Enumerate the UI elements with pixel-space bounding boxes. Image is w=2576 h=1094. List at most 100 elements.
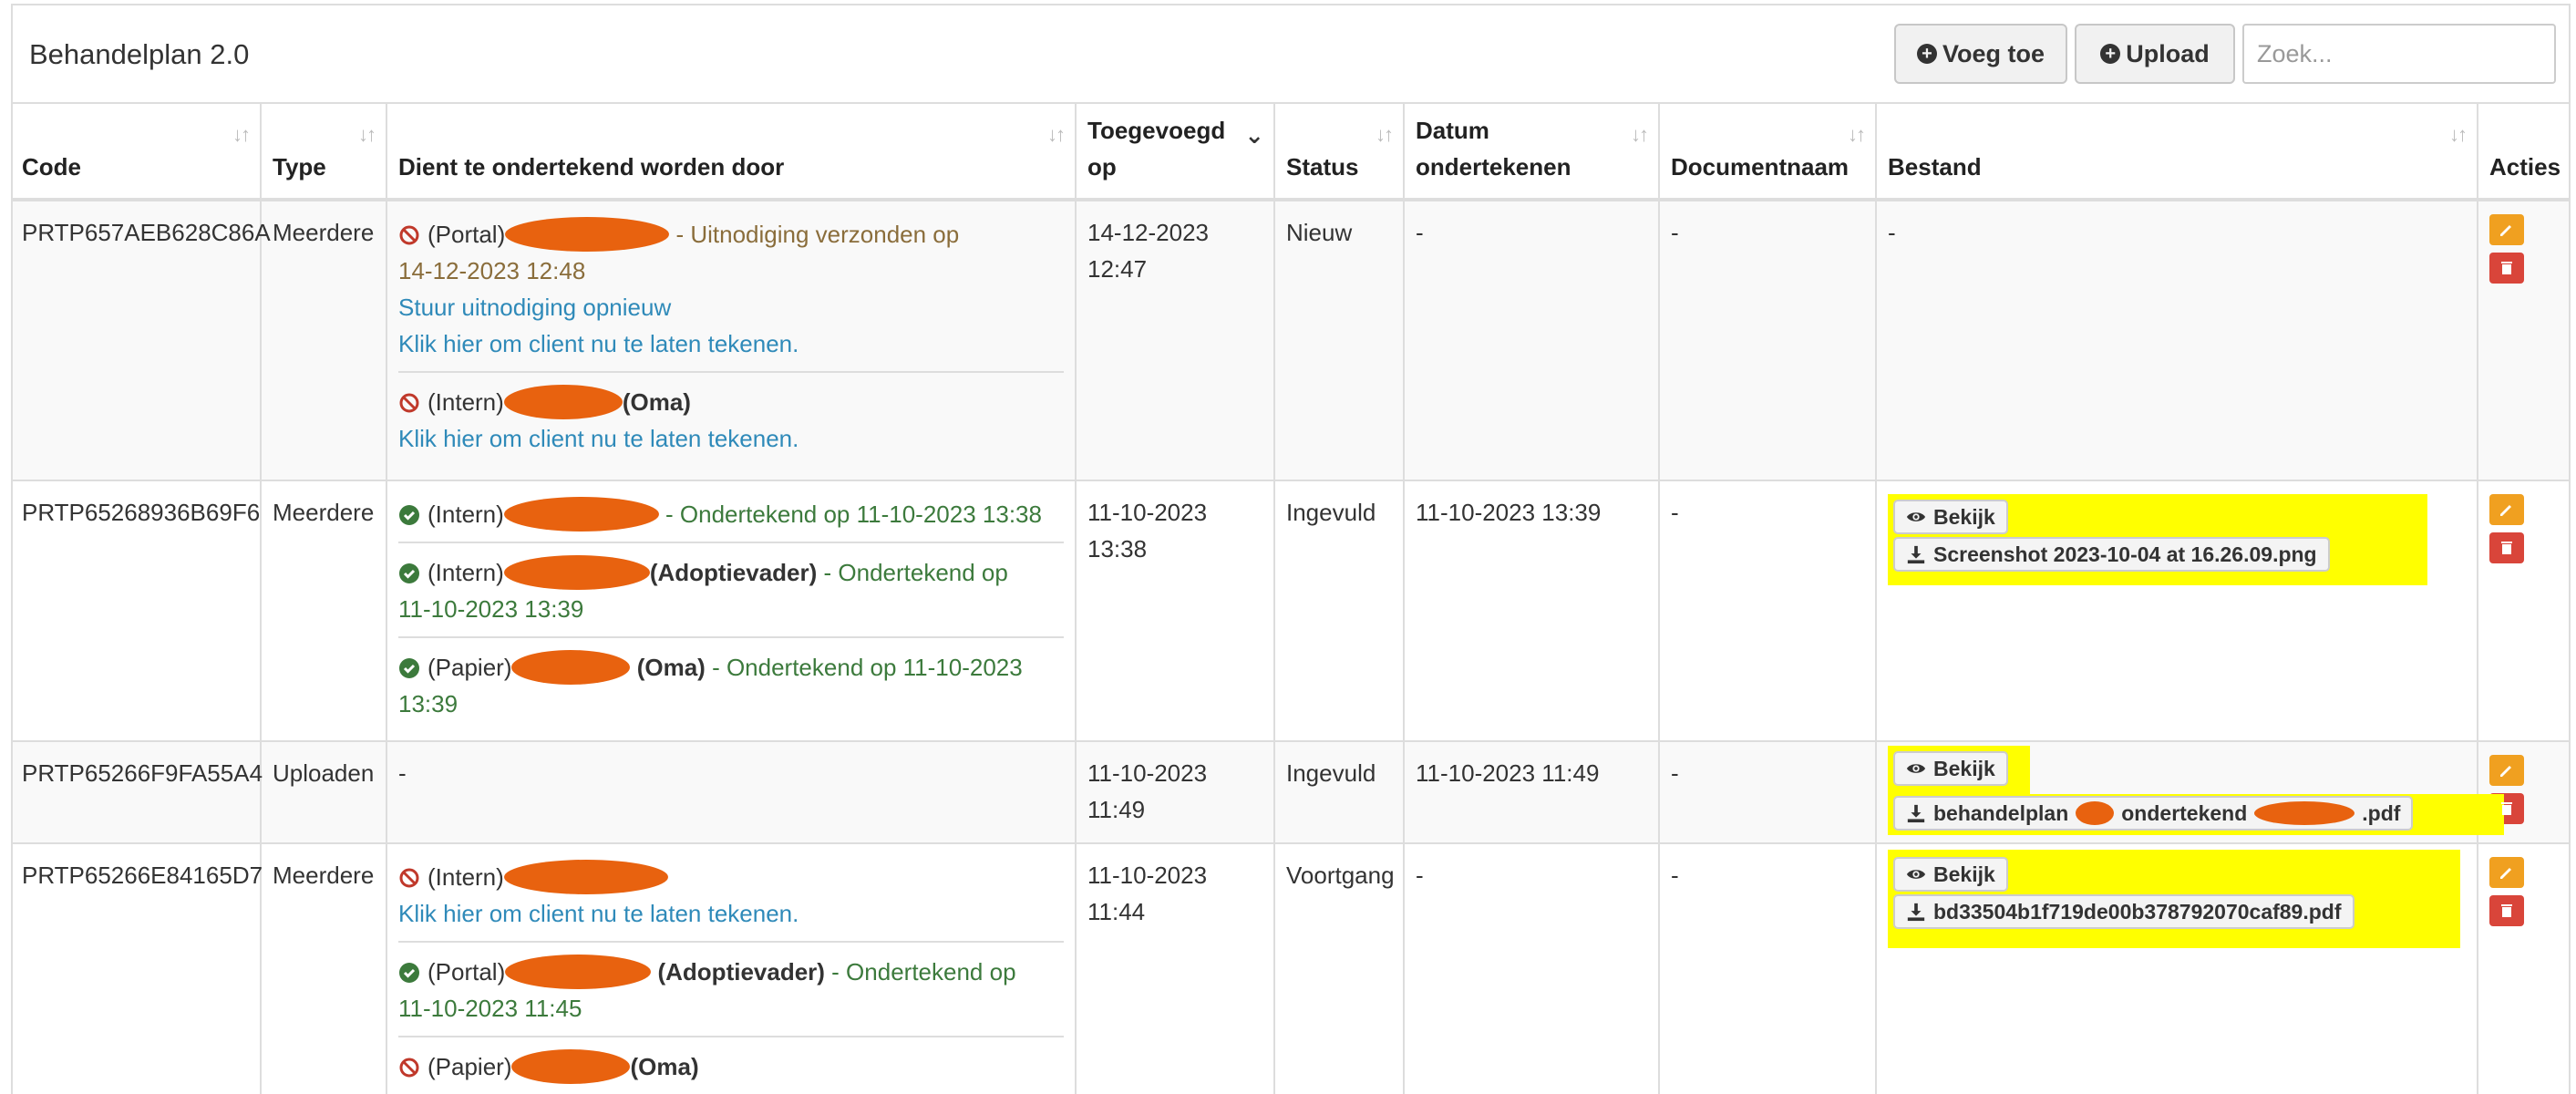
trash-icon — [2501, 904, 2512, 917]
cell-type: Meerdere — [261, 843, 387, 1094]
signer-item: (Intern) (Adoptievader) - Ondertekend op … — [398, 542, 1064, 636]
cell-signers: (Portal) - Uitnodiging verzonden op 14-1… — [386, 200, 1077, 480]
sign-now-link[interactable]: Klik hier om client nu te laten tekenen. — [398, 325, 1064, 362]
download-icon — [1907, 903, 1925, 922]
column-header-actions: Acties — [2489, 153, 2561, 181]
redacted-name — [511, 650, 631, 685]
table-header-row: ↓↑ Code ↓↑ Type ↓↑ Dient te ondertekend wor… — [13, 103, 2569, 200]
cell-signers: - — [386, 741, 1077, 843]
column-header-signers[interactable]: ↓↑ Dient te ondertekend worden door — [386, 103, 1077, 200]
cell-type: Meerdere — [261, 200, 387, 480]
sign-now-link[interactable]: Klik hier om client nu te laten tekenen. — [398, 895, 1064, 932]
redacted-name — [2076, 801, 2115, 825]
sort-icon: ↓↑ — [358, 123, 376, 146]
cell-file: Bekijk Screenshot 2023-10-04 at 16.26.09… — [1876, 480, 2478, 741]
edit-button[interactable] — [2489, 857, 2524, 888]
cell-type: Uploaden — [261, 741, 387, 843]
column-header-code[interactable]: ↓↑ Code — [13, 103, 262, 200]
pencil-icon — [2500, 505, 2511, 516]
cell-code: PRTP65266E84165D7 — [13, 843, 263, 1094]
cell-status: Nieuw — [1274, 200, 1405, 480]
trash-icon — [2501, 542, 2512, 554]
eye-icon — [1906, 512, 1926, 521]
redacted-name — [503, 385, 623, 419]
cell-signers: (Intern) - Ondertekend op 11-10-2023 13:… — [386, 480, 1077, 741]
search-input[interactable] — [2242, 24, 2556, 84]
cell-added: 14-12-2023 12:47 — [1076, 200, 1275, 480]
cell-type: Meerdere — [261, 480, 387, 741]
redacted-name — [511, 1049, 631, 1084]
delete-button[interactable] — [2489, 532, 2524, 563]
cell-signers: (Intern) Klik hier om client nu te laten… — [386, 843, 1077, 1094]
view-button[interactable]: Bekijk — [1893, 500, 2008, 534]
toolbar: Behandelplan 2.0 + Voeg toe + Upload — [13, 5, 2569, 102]
signer-item: (Intern) (Oma) Klik hier om client nu te … — [398, 371, 1064, 466]
pencil-icon — [2500, 868, 2511, 879]
table-row: PRTP657AEB628C86A Meerdere (Portal) - Ui… — [13, 200, 2569, 480]
download-button[interactable]: Screenshot 2023-10-04 at 16.26.09.png — [1893, 537, 2330, 572]
signer-item: (Papier) (Oma) — [398, 1036, 1064, 1094]
file-highlight: Bekijk Screenshot 2023-10-04 at 16.26.09… — [1888, 494, 2427, 585]
sort-icon: ↓↑ — [1047, 123, 1066, 146]
upload-button[interactable]: + Upload — [2075, 24, 2235, 84]
trash-icon — [2501, 802, 2512, 815]
view-button[interactable]: Bekijk — [1893, 857, 2008, 892]
signer-item: (Papier) (Oma) - Ondertekend op 11-10-20… — [398, 636, 1064, 731]
chevron-down-icon: ⌄ — [1244, 121, 1264, 149]
cell-actions — [2478, 200, 2569, 480]
cell-docname: - — [1659, 741, 1877, 843]
signer-item: (Intern) Klik hier om client nu te laten… — [398, 857, 1064, 941]
column-header-type[interactable]: ↓↑ Type — [261, 103, 387, 200]
resend-invitation-link[interactable]: Stuur uitnodiging opnieuw — [398, 289, 1064, 325]
check-circle-icon — [399, 563, 419, 583]
sort-icon: ↓↑ — [1631, 123, 1649, 146]
edit-button[interactable] — [2489, 214, 2524, 245]
redacted-name — [2254, 801, 2355, 825]
delete-button[interactable] — [2489, 895, 2524, 926]
view-button[interactable]: Bekijk — [1893, 751, 2008, 786]
pencil-icon — [2500, 225, 2511, 236]
page-title: Behandelplan 2.0 — [29, 38, 250, 70]
cell-added: 11-10-2023 13:38 — [1076, 480, 1275, 741]
check-circle-icon — [399, 658, 419, 678]
edit-button[interactable] — [2489, 755, 2524, 786]
data-table: ↓↑ Code ↓↑ Type ↓↑ Dient te ondertekend wor… — [13, 102, 2569, 1094]
add-button-label: Voeg toe — [1942, 39, 2045, 67]
trash-icon — [2501, 262, 2512, 274]
check-circle-icon — [399, 963, 419, 983]
cell-file: Bekijk behandelplan ondertekend .pdf — [1876, 741, 2505, 843]
column-header-added[interactable]: ⌄ Toegevoegd op — [1076, 103, 1275, 200]
cell-actions — [2478, 480, 2569, 741]
cell-added: 11-10-2023 11:49 — [1076, 741, 1275, 843]
sign-now-link[interactable]: Klik hier om client nu te laten tekenen. — [398, 420, 1064, 457]
cell-status: Ingevuld — [1274, 480, 1405, 741]
redacted-name — [505, 217, 670, 252]
column-header-file[interactable]: ↓↑ Bestand — [1876, 103, 2478, 200]
sort-icon: ↓↑ — [232, 123, 251, 146]
ban-icon — [399, 868, 419, 888]
delete-button[interactable] — [2489, 253, 2524, 284]
signer-item: (Portal) (Adoptievader) - Ondertekend op… — [398, 941, 1064, 1036]
column-header-sign-date[interactable]: ↓↑ Datum ondertekenen — [1404, 103, 1660, 200]
cell-actions — [2478, 843, 2569, 1094]
ban-icon — [399, 1058, 419, 1078]
download-button[interactable]: bd33504b1f719de00b378792070caf89.pdf — [1893, 894, 2354, 929]
check-circle-icon — [399, 505, 419, 525]
file-highlight: Bekijk — [1888, 746, 2030, 794]
download-button[interactable]: behandelplan ondertekend .pdf — [1893, 796, 2414, 831]
cell-docname: - — [1659, 843, 1877, 1094]
sort-icon: ↓↑ — [2449, 123, 2468, 146]
add-button[interactable]: + Voeg toe — [1894, 24, 2067, 84]
cell-file: - — [1876, 200, 2478, 480]
edit-button[interactable] — [2489, 494, 2524, 525]
upload-button-label: Upload — [2126, 39, 2210, 67]
cell-code: PRTP65268936B69F6 — [13, 480, 262, 741]
column-header-docname[interactable]: ↓↑ Documentnaam — [1659, 103, 1877, 200]
table-row: PRTP65266F9FA55A4 Uploaden - 11-10-2023 … — [13, 741, 2569, 843]
column-header-status[interactable]: ↓↑ Status — [1274, 103, 1405, 200]
cell-status: Voortgang — [1274, 843, 1405, 1094]
cell-file: Bekijk bd33504b1f719de00b378792070caf89.… — [1876, 843, 2478, 1094]
pencil-icon — [2500, 766, 2511, 777]
ban-icon — [399, 393, 419, 413]
plus-circle-icon: + — [2100, 44, 2121, 64]
